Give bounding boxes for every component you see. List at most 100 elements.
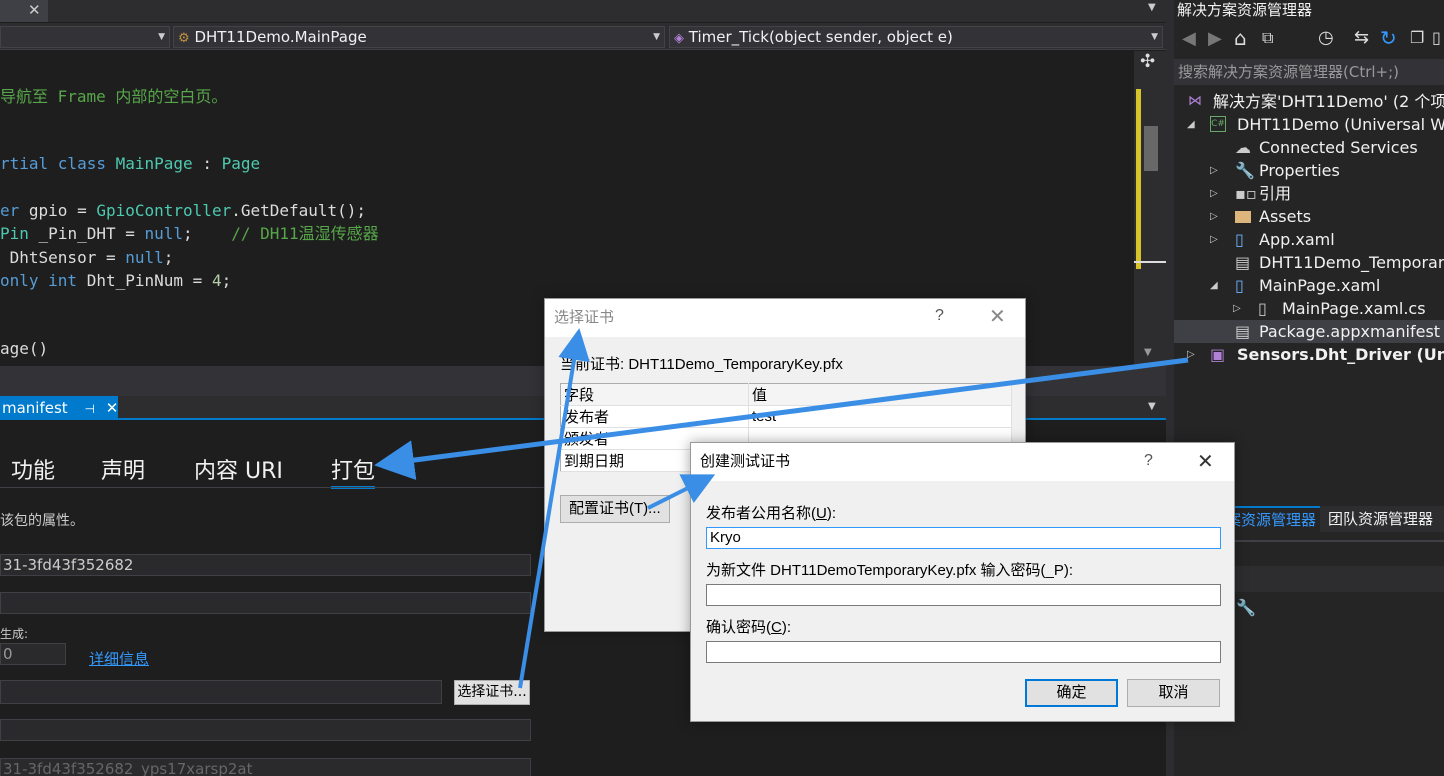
packaging-description: 该包的属性。 bbox=[0, 513, 84, 529]
collapsed-icon[interactable]: ▷ bbox=[1210, 159, 1218, 182]
tab-packaging[interactable]: 打包 bbox=[331, 453, 376, 489]
manifest-tab[interactable]: manifest ⊣ ✕ bbox=[0, 396, 118, 420]
refresh-icon[interactable]: ↻ bbox=[1380, 26, 1397, 50]
tree-item-connected-services[interactable]: ☁ Connected Services bbox=[1174, 136, 1444, 159]
chevron-down-icon[interactable]: ▼ bbox=[1148, 401, 1156, 412]
tree-item-temporary-key[interactable]: ▤ DHT11Demo_TemporaryKey.pfx bbox=[1174, 251, 1444, 274]
forward-icon[interactable]: ▶ bbox=[1208, 28, 1222, 49]
document-tab-strip: ✕ ▼ bbox=[0, 0, 1166, 22]
tree-item-mainpage-xaml[interactable]: ◢ ▯ MainPage.xaml bbox=[1174, 274, 1444, 297]
history-icon[interactable]: ◷ bbox=[1318, 27, 1334, 48]
code-line: rtial class MainPage : Page bbox=[0, 154, 261, 173]
tree-item-project-sensors[interactable]: ▷ ▣ Sensors.Dht_Driver (Universal Window… bbox=[1174, 343, 1444, 366]
collapse-all-icon[interactable]: ❐ bbox=[1410, 28, 1424, 47]
publisher-name-input[interactable]: Kryo bbox=[706, 527, 1221, 549]
collapsed-icon[interactable]: ▷ bbox=[1233, 297, 1241, 320]
tree-item-label: MainPage.xaml.cs bbox=[1282, 299, 1426, 318]
tree-item-mainpage-cs[interactable]: ▷ ▯ MainPage.xaml.cs bbox=[1174, 297, 1444, 320]
navigation-bar: ▼ ⚙ DHT11Demo.MainPage ▼ ◈ Timer_Tick(ob… bbox=[0, 23, 1166, 50]
label-access-key: C bbox=[771, 619, 782, 636]
project-combo[interactable]: ▼ bbox=[0, 26, 170, 48]
tree-item-label: DHT11Demo_TemporaryKey.pfx bbox=[1259, 253, 1444, 272]
help-icon[interactable]: ? bbox=[935, 307, 944, 325]
help-icon[interactable]: ? bbox=[1144, 452, 1153, 470]
tree-item-properties[interactable]: ▷ 🔧 Properties bbox=[1174, 159, 1444, 182]
split-icon[interactable]: ✣ bbox=[1140, 51, 1155, 72]
package-name-field[interactable]: 31-3fd43f352682 bbox=[0, 554, 531, 576]
display-name-field[interactable] bbox=[0, 592, 531, 614]
folder-icon bbox=[1235, 211, 1251, 223]
close-icon[interactable]: ✕ bbox=[989, 304, 1006, 329]
xaml-file-icon: ▯ bbox=[1235, 276, 1244, 295]
grid-cell: 发布者 bbox=[560, 405, 749, 428]
code-line: 导航至 Frame 内部的空白页。 bbox=[0, 87, 228, 106]
grid-cell: test bbox=[748, 405, 1012, 428]
class-icon: ⚙ bbox=[178, 31, 190, 46]
tree-item-project-dht11demo[interactable]: ◢ C# DHT11Demo (Universal Windows) bbox=[1174, 113, 1444, 136]
scrollbar-thumb[interactable] bbox=[1144, 126, 1158, 171]
create-test-certificate-dialog: 创建测试证书 ? ✕ 发布者公用名称(U): Kryo 为新文件 DHT11De… bbox=[690, 442, 1235, 722]
version-field[interactable]: 0 bbox=[0, 643, 66, 665]
csharp-file-icon: ▯ bbox=[1258, 299, 1267, 318]
back-icon[interactable]: ◀ bbox=[1182, 28, 1196, 49]
confirm-password-input[interactable] bbox=[706, 641, 1221, 663]
library-project-icon: ▣ bbox=[1210, 345, 1226, 364]
column-header-value: 值 bbox=[748, 383, 1012, 406]
tab-declarations[interactable]: 声明 bbox=[101, 453, 145, 485]
tree-item-app-xaml[interactable]: ▷ ▯ App.xaml bbox=[1174, 228, 1444, 251]
tree-item-package-manifest[interactable]: ▤ Package.appxmanifest bbox=[1174, 320, 1444, 343]
close-icon[interactable]: ✕ bbox=[28, 1, 41, 19]
tree-item-label: MainPage.xaml bbox=[1259, 276, 1381, 295]
code-line: age() bbox=[0, 339, 49, 358]
member-combo[interactable]: ◈ Timer_Tick(object sender, object e) ▼ bbox=[669, 26, 1163, 48]
home-icon[interactable]: ⌂ bbox=[1234, 26, 1247, 50]
solution-title-text: 解决方案资源管理器 bbox=[1177, 1, 1313, 19]
editor-vertical-scrollbar[interactable]: ✣ ▼ bbox=[1134, 51, 1166, 366]
choose-certificate-button[interactable]: 选择证书... bbox=[454, 680, 530, 705]
switch-views-icon[interactable]: ⧉ bbox=[1262, 28, 1273, 48]
tab-content-uris[interactable]: 内容 URI bbox=[194, 453, 283, 485]
publisher-display-field[interactable] bbox=[0, 719, 531, 741]
expanded-icon[interactable]: ◢ bbox=[1187, 113, 1195, 136]
pin-icon[interactable]: ⊣ bbox=[84, 402, 94, 416]
method-icon: ◈ bbox=[674, 31, 684, 46]
tree-item-references[interactable]: ▷ ▪▫ 引用 bbox=[1174, 182, 1444, 205]
tree-item-label: Sensors.Dht_Driver (Universal Windows) bbox=[1237, 345, 1444, 364]
label-text: ): bbox=[826, 505, 837, 522]
tree-item-label: Assets bbox=[1259, 207, 1312, 226]
tree-item-solution[interactable]: ⋈ 解决方案'DHT11Demo' (2 个项目) bbox=[1174, 90, 1444, 113]
ok-button[interactable]: 确定 bbox=[1025, 679, 1118, 707]
code-line: only int Dht_PinNum = 4; bbox=[0, 271, 232, 290]
code-line: er gpio = GpioController.GetDefault(); bbox=[0, 201, 367, 220]
chevron-down-icon[interactable]: ▼ bbox=[1148, 2, 1156, 13]
tab-capabilities[interactable]: 功能 bbox=[11, 453, 55, 485]
close-icon[interactable]: ✕ bbox=[1197, 449, 1214, 474]
wrench-icon[interactable]: 🔧 bbox=[1236, 598, 1256, 617]
scroll-caret-marker bbox=[1134, 261, 1166, 263]
collapsed-icon[interactable]: ▷ bbox=[1187, 343, 1195, 366]
more-info-link[interactable]: 详细信息 bbox=[89, 648, 149, 669]
document-tab[interactable] bbox=[0, 0, 48, 22]
xaml-file-icon: ▯ bbox=[1235, 230, 1244, 249]
close-icon[interactable]: ✕ bbox=[106, 399, 119, 417]
properties-icon[interactable]: ▯ bbox=[1432, 28, 1441, 47]
expanded-icon[interactable]: ◢ bbox=[1210, 274, 1218, 297]
configure-certificate-button[interactable]: 配置证书(T)... bbox=[560, 495, 670, 523]
password-input[interactable] bbox=[706, 584, 1221, 606]
solution-search-input[interactable]: 搜索解决方案资源管理器(Ctrl+;) bbox=[1174, 59, 1444, 85]
scroll-down-icon[interactable]: ▼ bbox=[1144, 347, 1152, 358]
wrench-icon: 🔧 bbox=[1235, 161, 1255, 180]
sync-icon[interactable]: ⇆ bbox=[1354, 27, 1369, 48]
solution-toolbar: ◀ ▶ ⌂ ⧉ ◷ ⇆ ↻ ❐ ▯ bbox=[1174, 26, 1444, 56]
collapsed-icon[interactable]: ▷ bbox=[1210, 182, 1218, 205]
collapsed-icon[interactable]: ▷ bbox=[1210, 205, 1218, 228]
collapsed-icon[interactable]: ▷ bbox=[1210, 228, 1218, 251]
cancel-button[interactable]: 取消 bbox=[1127, 679, 1220, 707]
password-label: 为新文件 DHT11DemoTemporaryKey.pfx 输入密码(_P): bbox=[706, 562, 1074, 579]
publisher-field[interactable] bbox=[0, 680, 442, 704]
tree-item-assets[interactable]: ▷ Assets bbox=[1174, 205, 1444, 228]
label-text: ): bbox=[781, 619, 792, 636]
tab-team-explorer[interactable]: 团队资源管理器 bbox=[1324, 506, 1440, 532]
class-combo[interactable]: ⚙ DHT11Demo.MainPage ▼ bbox=[173, 26, 665, 48]
confirm-password-label: 确认密码(C): bbox=[706, 616, 791, 637]
